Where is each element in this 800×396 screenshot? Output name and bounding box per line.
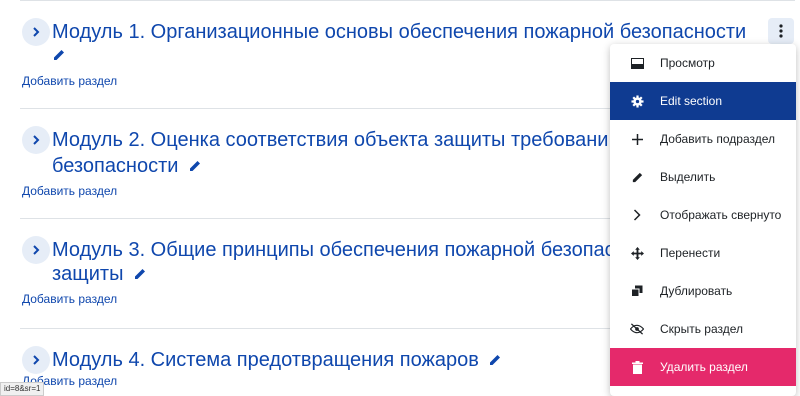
trash-icon [630, 360, 644, 374]
section-title-text-line2[interactable]: безопасности [52, 155, 178, 177]
section-actions-menu-button[interactable] [768, 18, 794, 44]
section-title-text[interactable]: Модуль 3. Общие принципы обеспечения пож… [52, 239, 615, 261]
section-title-text[interactable]: Модуль 1. Организационные основы обеспеч… [52, 21, 746, 43]
chevron-right-icon [33, 355, 40, 365]
plus-icon [630, 132, 644, 146]
pencil-icon[interactable] [52, 48, 66, 67]
section-title[interactable]: Модуль 2. Оценка соответствия объекта за… [52, 126, 608, 154]
menu-item-move[interactable]: Перенести [610, 234, 796, 272]
menu-item-label: Добавить подраздел [660, 132, 776, 146]
chevron-right-icon [33, 27, 40, 37]
section-title-continued[interactable]: безопасности [52, 152, 202, 181]
gear-icon [630, 94, 644, 108]
chevron-right-icon [33, 135, 40, 145]
add-section-link[interactable]: Добавить раздел [22, 74, 117, 88]
section-actions-dropdown: Просмотр Edit section Добавить подраздел… [610, 44, 796, 396]
pencil-icon[interactable] [188, 153, 202, 181]
copy-icon [630, 284, 644, 298]
menu-item-hide-section[interactable]: Скрыть раздел [610, 310, 796, 348]
menu-item-label: Выделить [660, 170, 716, 184]
menu-item-label: Скрыть раздел [660, 322, 744, 336]
collapse-toggle-button[interactable] [22, 18, 50, 46]
pencil-icon[interactable] [133, 261, 147, 289]
section-title-text[interactable]: Модуль 2. Оценка соответствия объекта за… [52, 129, 608, 151]
menu-item-highlight[interactable]: Выделить [610, 158, 796, 196]
menu-item-edit-section[interactable]: Edit section [610, 82, 796, 120]
section-title-continued[interactable]: защиты [52, 260, 147, 289]
menu-item-label: Просмотр [660, 56, 715, 70]
menu-item-label: Перенести [660, 246, 721, 260]
collapse-toggle-button[interactable] [22, 236, 50, 264]
menu-item-label: Отображать свернуто [660, 208, 782, 222]
menu-item-preview[interactable]: Просмотр [610, 44, 796, 82]
menu-item-label: Удалить раздел [660, 360, 748, 374]
chevron-right-icon [33, 245, 40, 255]
chevron-right-icon [630, 208, 644, 222]
add-section-link[interactable]: Добавить раздел [22, 292, 117, 306]
section-title[interactable]: Модуль 4. Система предотвращения пожаров [52, 346, 502, 375]
kebab-icon [779, 24, 783, 38]
pencil-icon [630, 170, 644, 184]
section-divider [20, 0, 795, 1]
move-icon [630, 246, 644, 260]
eye-slash-icon [630, 322, 644, 336]
menu-item-label: Дублировать [660, 284, 733, 298]
menu-item-show-collapsed[interactable]: Отображать свернуто [610, 196, 796, 234]
collapse-toggle-button[interactable] [22, 346, 50, 374]
pencil-icon[interactable] [488, 347, 502, 375]
menu-item-duplicate[interactable]: Дублировать [610, 272, 796, 310]
collapse-toggle-button[interactable] [22, 126, 50, 154]
browser-status-bar: id=8&sr=1 [0, 382, 45, 396]
menu-item-label: Edit section [660, 94, 723, 108]
menu-item-add-subsection[interactable]: Добавить подраздел [610, 120, 796, 158]
preview-icon [630, 56, 644, 70]
menu-item-delete-section[interactable]: Удалить раздел [610, 348, 796, 386]
section-title[interactable]: Модуль 1. Организационные основы обеспеч… [52, 18, 746, 46]
add-section-link[interactable]: Добавить раздел [22, 184, 117, 198]
section-title-text[interactable]: Модуль 4. Система предотвращения пожаров [52, 349, 479, 371]
section-title-text-line2[interactable]: защиты [52, 263, 123, 285]
